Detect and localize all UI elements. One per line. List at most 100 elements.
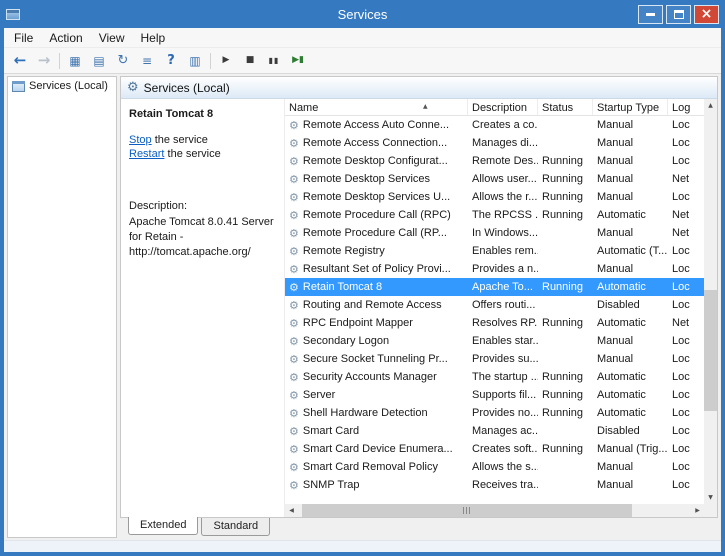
back-button[interactable]: ← xyxy=(8,50,32,72)
scroll-left-button[interactable]: ◀ xyxy=(285,504,298,517)
service-row[interactable]: ⚙Smart CardManages ac...DisabledLoc xyxy=(285,422,704,440)
selected-service-name: Retain Tomcat 8 xyxy=(129,108,276,120)
service-name-text: Remote Procedure Call (RP... xyxy=(303,227,447,239)
service-startup-type-cell: Manual xyxy=(593,116,668,134)
service-name-cell: ⚙Secure Socket Tunneling Pr... xyxy=(285,350,468,368)
gear-icon: ⚙ xyxy=(289,138,299,149)
tab-extended[interactable]: Extended xyxy=(128,517,198,535)
horizontal-scroll-track[interactable] xyxy=(298,504,691,517)
service-name-text: SNMP Trap xyxy=(303,479,360,491)
minimize-button[interactable] xyxy=(638,5,663,24)
service-status-cell: Running xyxy=(538,278,593,296)
service-description-cell: Apache To... xyxy=(468,278,538,296)
forward-button[interactable]: → xyxy=(32,50,56,72)
service-row[interactable]: ⚙Remote Procedure Call (RP...In Windows.… xyxy=(285,224,704,242)
column-header-description[interactable]: Description xyxy=(468,99,538,115)
service-row[interactable]: ⚙Routing and Remote AccessOffers routi..… xyxy=(285,296,704,314)
service-row[interactable]: ⚙Retain Tomcat 8Apache To...RunningAutom… xyxy=(285,278,704,296)
restart-service-link[interactable]: Restart xyxy=(129,148,164,160)
start-service-button[interactable]: ▶ xyxy=(214,50,238,72)
help-button[interactable]: ? xyxy=(159,50,183,72)
scroll-up-button[interactable]: ▲ xyxy=(704,99,717,112)
window-title: Services xyxy=(0,7,725,22)
service-name-cell: ⚙Remote Procedure Call (RP... xyxy=(285,224,468,242)
menu-action[interactable]: Action xyxy=(41,29,90,47)
menu-file[interactable]: File xyxy=(6,29,41,47)
service-row[interactable]: ⚙Remote Procedure Call (RPC)The RPCSS ..… xyxy=(285,206,704,224)
column-header-name[interactable]: Name ▲ xyxy=(285,99,468,115)
show-console-tree-icon: ▦ xyxy=(69,55,80,67)
service-row[interactable]: ⚙RPC Endpoint MapperResolves RP...Runnin… xyxy=(285,314,704,332)
service-list: Name ▲ Description Status Startup Type L… xyxy=(284,99,717,517)
menu-view[interactable]: View xyxy=(91,29,133,47)
service-name-cell: ⚙Smart Card Removal Policy xyxy=(285,458,468,476)
properties-icon: ▤ xyxy=(93,55,104,67)
stop-service-link[interactable]: Stop xyxy=(129,134,152,146)
service-name-cell: ⚙RPC Endpoint Mapper xyxy=(285,314,468,332)
service-row[interactable]: ⚙Security Accounts ManagerThe startup ..… xyxy=(285,368,704,386)
service-row[interactable]: ⚙Remote Access Auto Conne...Creates a co… xyxy=(285,116,704,134)
tree-item-services-local[interactable]: Services (Local) xyxy=(8,77,116,94)
maximize-button[interactable] xyxy=(666,5,691,24)
properties-button[interactable]: ▤ xyxy=(87,50,111,72)
service-description-cell: Provides su... xyxy=(468,350,538,368)
vertical-scroll-track[interactable] xyxy=(704,112,717,491)
service-startup-type-cell: Manual xyxy=(593,458,668,476)
show-action-pane-button[interactable]: ▥ xyxy=(183,50,207,72)
services-gear-icon: ⚙ xyxy=(127,81,139,94)
column-header-startup-type[interactable]: Startup Type xyxy=(593,99,668,115)
scroll-right-button[interactable]: ▶ xyxy=(691,504,704,517)
service-log-on-cell: Loc xyxy=(668,422,704,440)
service-name-text: Remote Registry xyxy=(303,245,385,257)
service-name-cell: ⚙Server xyxy=(285,386,468,404)
service-row[interactable]: ⚙Remote Desktop ServicesAllows user...Ru… xyxy=(285,170,704,188)
service-description-cell: The startup ... xyxy=(468,368,538,386)
service-row[interactable]: ⚙Smart Card Removal PolicyAllows the s..… xyxy=(285,458,704,476)
service-description-cell: Manages di... xyxy=(468,134,538,152)
service-row[interactable]: ⚙Resultant Set of Policy Provi...Provide… xyxy=(285,260,704,278)
service-row[interactable]: ⚙Remote Desktop Configurat...Remote Des.… xyxy=(285,152,704,170)
service-row[interactable]: ⚙Smart Card Device Enumera...Creates sof… xyxy=(285,440,704,458)
service-row[interactable]: ⚙ServerSupports fil...RunningAutomaticLo… xyxy=(285,386,704,404)
horizontal-scrollbar[interactable]: ◀ ▶ xyxy=(285,504,704,517)
service-row[interactable]: ⚙Remote Desktop Services U...Allows the … xyxy=(285,188,704,206)
scroll-down-button[interactable]: ▼ xyxy=(704,491,717,504)
refresh-button[interactable]: ↻ xyxy=(111,50,135,72)
show-console-tree-button[interactable]: ▦ xyxy=(63,50,87,72)
service-name-cell: ⚙Resultant Set of Policy Provi... xyxy=(285,260,468,278)
vertical-scroll-thumb[interactable] xyxy=(704,290,717,411)
service-startup-type-cell: Automatic (T... xyxy=(593,242,668,260)
service-row[interactable]: ⚙Secondary LogonEnables star...ManualLoc xyxy=(285,332,704,350)
horizontal-scroll-thumb[interactable] xyxy=(302,504,632,517)
export-list-button[interactable]: ≡ xyxy=(135,50,159,72)
close-button[interactable]: × xyxy=(694,5,719,24)
restart-service-button[interactable]: ▶▮ xyxy=(286,50,310,72)
service-status-cell: Running xyxy=(538,188,593,206)
service-log-on-cell: Loc xyxy=(668,332,704,350)
menu-help[interactable]: Help xyxy=(133,29,174,47)
vertical-scrollbar[interactable]: ▲ ▼ xyxy=(704,99,717,504)
service-name-text: Shell Hardware Detection xyxy=(303,407,428,419)
service-row[interactable]: ⚙SNMP TrapReceives tra...ManualLoc xyxy=(285,476,704,494)
title-bar[interactable]: Services × xyxy=(0,0,725,28)
pause-service-button[interactable]: ▮▮ xyxy=(262,50,286,72)
service-row[interactable]: ⚙Remote RegistryEnables rem...Automatic … xyxy=(285,242,704,260)
tab-standard[interactable]: Standard xyxy=(201,518,270,536)
service-description-cell: Resolves RP... xyxy=(468,314,538,332)
gear-icon: ⚙ xyxy=(289,192,299,203)
service-row[interactable]: ⚙Remote Access Connection...Manages di..… xyxy=(285,134,704,152)
service-row[interactable]: ⚙Secure Socket Tunneling Pr...Provides s… xyxy=(285,350,704,368)
column-header-status[interactable]: Status xyxy=(538,99,593,115)
service-log-on-cell: Loc xyxy=(668,458,704,476)
service-log-on-cell: Loc xyxy=(668,260,704,278)
service-name-cell: ⚙Remote Access Connection... xyxy=(285,134,468,152)
description-label: Description: xyxy=(129,200,276,212)
minimize-icon xyxy=(646,13,655,16)
column-header-log-on-as[interactable]: Log xyxy=(668,99,704,115)
gear-icon: ⚙ xyxy=(289,318,299,329)
thumb-grip xyxy=(469,507,470,514)
stop-service-button[interactable]: ■ xyxy=(238,50,262,72)
service-log-on-cell: Net xyxy=(668,314,704,332)
service-row[interactable]: ⚙Shell Hardware DetectionProvides no...R… xyxy=(285,404,704,422)
service-name-cell: ⚙Remote Desktop Services U... xyxy=(285,188,468,206)
